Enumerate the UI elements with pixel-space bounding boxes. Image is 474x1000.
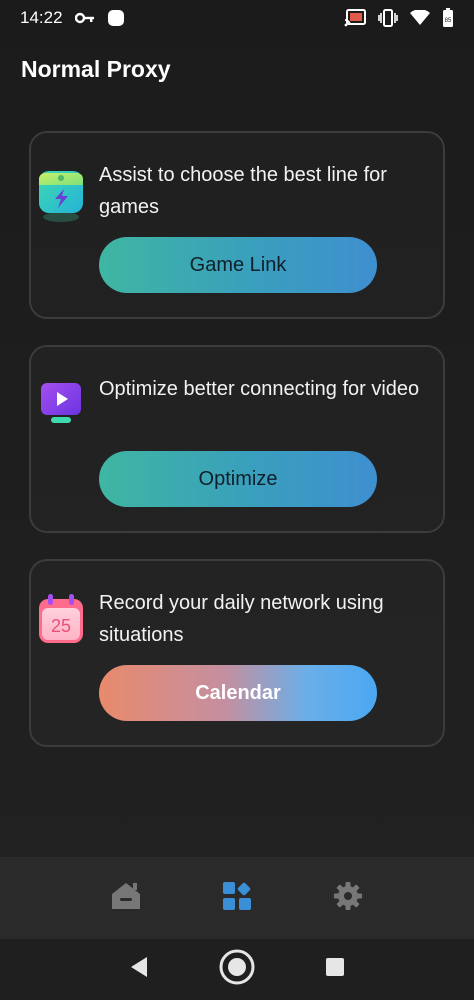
back-icon bbox=[129, 956, 149, 983]
status-left: 14:22 bbox=[20, 8, 125, 28]
nav-settings[interactable] bbox=[328, 878, 368, 918]
nav-dashboard[interactable] bbox=[217, 878, 257, 918]
nav-home[interactable] bbox=[106, 878, 146, 918]
back-button[interactable] bbox=[117, 948, 161, 992]
calendar-icon: 25 bbox=[35, 593, 87, 645]
wifi-icon bbox=[410, 10, 430, 26]
card-description: Record your daily network using situatio… bbox=[99, 592, 384, 646]
battery-icon: 85 bbox=[442, 8, 454, 28]
vibrate-icon bbox=[378, 9, 398, 27]
card-description: Optimize better connecting for video bbox=[99, 378, 420, 400]
page-title: Normal Proxy bbox=[21, 56, 171, 82]
card-optimize: Optimize better connecting for video Opt… bbox=[29, 345, 445, 533]
notification-dot-icon bbox=[107, 9, 125, 27]
system-nav-bar bbox=[0, 939, 474, 1000]
card-calendar: 25 Record your daily network using situa… bbox=[29, 559, 445, 747]
svg-text:85: 85 bbox=[445, 18, 452, 24]
key-icon bbox=[74, 12, 95, 24]
calendar-day-number: 25 bbox=[51, 616, 71, 636]
dashboard-icon bbox=[222, 881, 252, 916]
optimize-button[interactable]: Optimize bbox=[99, 451, 377, 507]
home-icon bbox=[110, 881, 142, 916]
home-circle-icon bbox=[218, 948, 256, 991]
recents-icon bbox=[325, 957, 345, 982]
status-time: 14:22 bbox=[20, 8, 63, 27]
card-description: Assist to choose the best line for games bbox=[99, 164, 387, 218]
game-link-button[interactable]: Game Link bbox=[99, 237, 377, 293]
cast-icon bbox=[344, 9, 366, 27]
recents-button[interactable] bbox=[313, 948, 357, 992]
status-bar: 14:22 85 bbox=[0, 0, 474, 36]
calendar-button[interactable]: Calendar bbox=[99, 665, 377, 721]
bottom-nav bbox=[0, 857, 474, 939]
game-cube-icon bbox=[35, 165, 87, 222]
home-button[interactable] bbox=[215, 948, 259, 992]
gear-icon bbox=[333, 881, 363, 916]
video-monitor-icon bbox=[35, 379, 87, 431]
status-right: 85 bbox=[344, 8, 454, 28]
card-game-link: Assist to choose the best line for games… bbox=[29, 131, 445, 319]
